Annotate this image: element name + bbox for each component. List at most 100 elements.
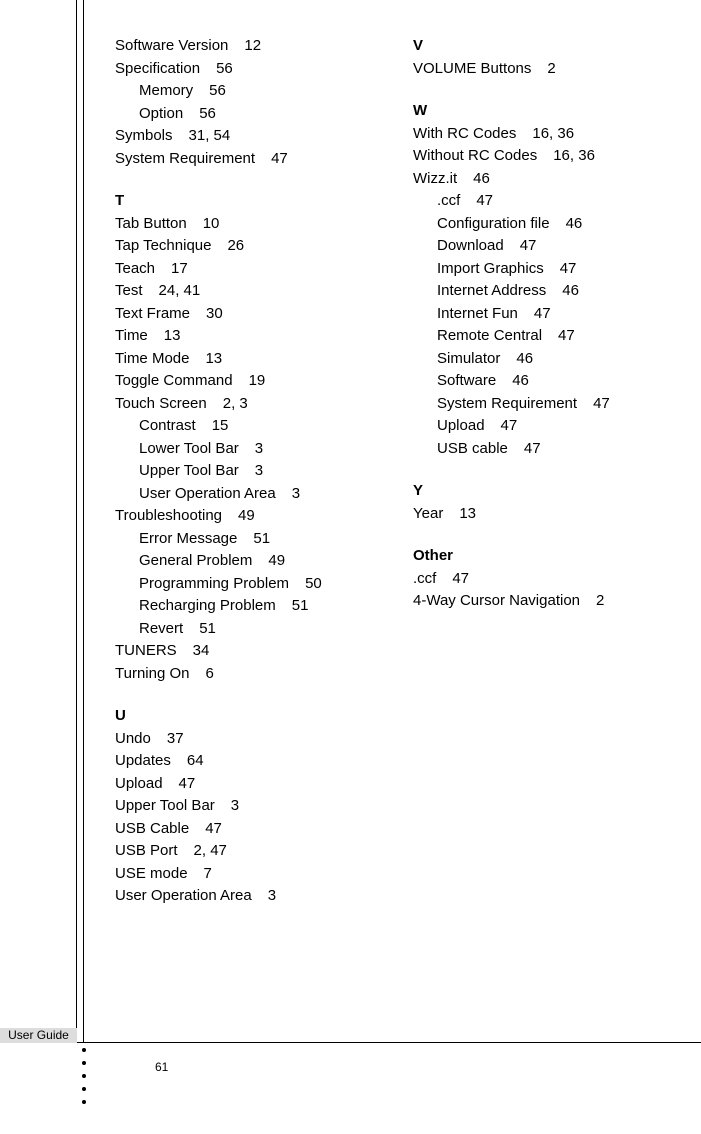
index-entry: Teach17 <box>115 258 383 281</box>
index-pages: 37 <box>167 730 184 747</box>
index-term: Tab Button <box>115 215 187 232</box>
index-term: Memory <box>139 82 193 99</box>
index-term: System Requirement <box>437 395 577 412</box>
index-entry: Upper Tool Bar3 <box>115 795 383 818</box>
index-entry: USE mode 7 <box>115 863 383 886</box>
index-pages: 47 <box>534 305 551 322</box>
index-term: Programming Problem <box>139 575 289 592</box>
index-term: .ccf <box>437 192 460 209</box>
index-heading: Y <box>413 480 681 503</box>
index-pages: 50 <box>305 575 322 592</box>
index-pages: 47 <box>205 820 222 837</box>
index-pages: 47 <box>558 327 575 344</box>
index-entry: Troubleshooting 49 <box>115 505 383 528</box>
index-term: Touch Screen <box>115 395 207 412</box>
index-term: Wizz.it <box>413 170 457 187</box>
index-heading: Other <box>413 545 681 568</box>
index-term: Internet Fun <box>437 305 518 322</box>
index-entry: .ccf47 <box>413 190 681 213</box>
index-entry: Year 13 <box>413 503 681 526</box>
index-pages: 10 <box>203 215 220 232</box>
index-term: Contrast <box>139 417 196 434</box>
index-pages: 49 <box>268 552 285 569</box>
index-entry: Touch Screen 2, 3 <box>115 393 383 416</box>
index-entry: Text Frame30 <box>115 303 383 326</box>
index-term: TUNERS <box>115 642 177 659</box>
index-entry: Symbols31, 54 <box>115 125 383 148</box>
index-pages: 12 <box>244 37 261 54</box>
index-pages: 2, 3 <box>223 395 248 412</box>
index-column-left: Software Version12Specification56Memory5… <box>115 35 383 908</box>
index-entry: Time 13 <box>115 325 383 348</box>
index-entry: Undo 37 <box>115 728 383 751</box>
index-pages: 17 <box>171 260 188 277</box>
index-entry: Internet Address46 <box>413 280 681 303</box>
index-term: Recharging Problem <box>139 597 276 614</box>
index-term: Year <box>413 505 443 522</box>
index-pages: 2 <box>596 592 604 609</box>
index-entry: Software46 <box>413 370 681 393</box>
index-pages: 46 <box>512 372 529 389</box>
index-entry: Upload 47 <box>115 773 383 796</box>
index-term: User Operation Area <box>139 485 276 502</box>
index-term: .ccf <box>413 570 436 587</box>
index-entry: Memory56 <box>115 80 383 103</box>
index-term: Undo <box>115 730 151 747</box>
index-term: User Operation Area <box>115 887 252 904</box>
index-term: Upload <box>437 417 485 434</box>
index-pages: 7 <box>204 865 212 882</box>
index-pages: 47 <box>179 775 196 792</box>
index-pages: 24, 41 <box>159 282 201 299</box>
index-term: Symbols <box>115 127 173 144</box>
index-entry: Tap Technique26 <box>115 235 383 258</box>
index-entry: Remote Central47 <box>413 325 681 348</box>
index-heading: T <box>115 190 383 213</box>
index-entry: Time Mode13 <box>115 348 383 371</box>
index-pages: 49 <box>238 507 255 524</box>
index-entry: Programming Problem 50 <box>115 573 383 596</box>
index-term: Text Frame <box>115 305 190 322</box>
index-term: Upload <box>115 775 163 792</box>
index-entry: Test24, 41 <box>115 280 383 303</box>
index-column-right: VVOLUME Buttons2WWith RC Codes16, 36With… <box>413 35 681 908</box>
index-entry: 4-Way Cursor Navigation 2 <box>413 590 681 613</box>
index-term: Revert <box>139 620 183 637</box>
index-pages: 2, 47 <box>194 842 227 859</box>
index-entry: Specification56 <box>115 58 383 81</box>
index-term: General Problem <box>139 552 252 569</box>
index-pages: 47 <box>560 260 577 277</box>
index-term: Error Message <box>139 530 237 547</box>
index-term: Import Graphics <box>437 260 544 277</box>
index-term: 4-Way Cursor Navigation <box>413 592 580 609</box>
index-term: Troubleshooting <box>115 507 222 524</box>
footer-line <box>0 1042 701 1043</box>
index-pages: 46 <box>566 215 583 232</box>
index-term: Internet Address <box>437 282 546 299</box>
index-entry: Updates64 <box>115 750 383 773</box>
index-entry: Simulator46 <box>413 348 681 371</box>
index-pages: 51 <box>199 620 216 637</box>
index-heading: U <box>115 705 383 728</box>
index-pages: 13 <box>459 505 476 522</box>
index-entry: With RC Codes16, 36 <box>413 123 681 146</box>
index-entry: Tab Button 10 <box>115 213 383 236</box>
index-term: USB cable <box>437 440 508 457</box>
index-entry: Revert 51 <box>115 618 383 641</box>
index-pages: 47 <box>501 417 518 434</box>
index-pages: 15 <box>212 417 229 434</box>
index-term: Upper Tool Bar <box>139 462 239 479</box>
index-pages: 6 <box>205 665 213 682</box>
index-term: Time <box>115 327 148 344</box>
index-entry: Recharging Problem51 <box>115 595 383 618</box>
index-pages: 3 <box>292 485 300 502</box>
index-entry: USB cable47 <box>413 438 681 461</box>
index-pages: 47 <box>271 150 288 167</box>
index-pages: 13 <box>164 327 181 344</box>
index-entry: Error Message51 <box>115 528 383 551</box>
index-entry: General Problem 49 <box>115 550 383 573</box>
index-term: Without RC Codes <box>413 147 537 164</box>
index-entry: System Requirement47 <box>413 393 681 416</box>
index-term: USE mode <box>115 865 188 882</box>
index-term: Updates <box>115 752 171 769</box>
index-term: Download <box>437 237 504 254</box>
